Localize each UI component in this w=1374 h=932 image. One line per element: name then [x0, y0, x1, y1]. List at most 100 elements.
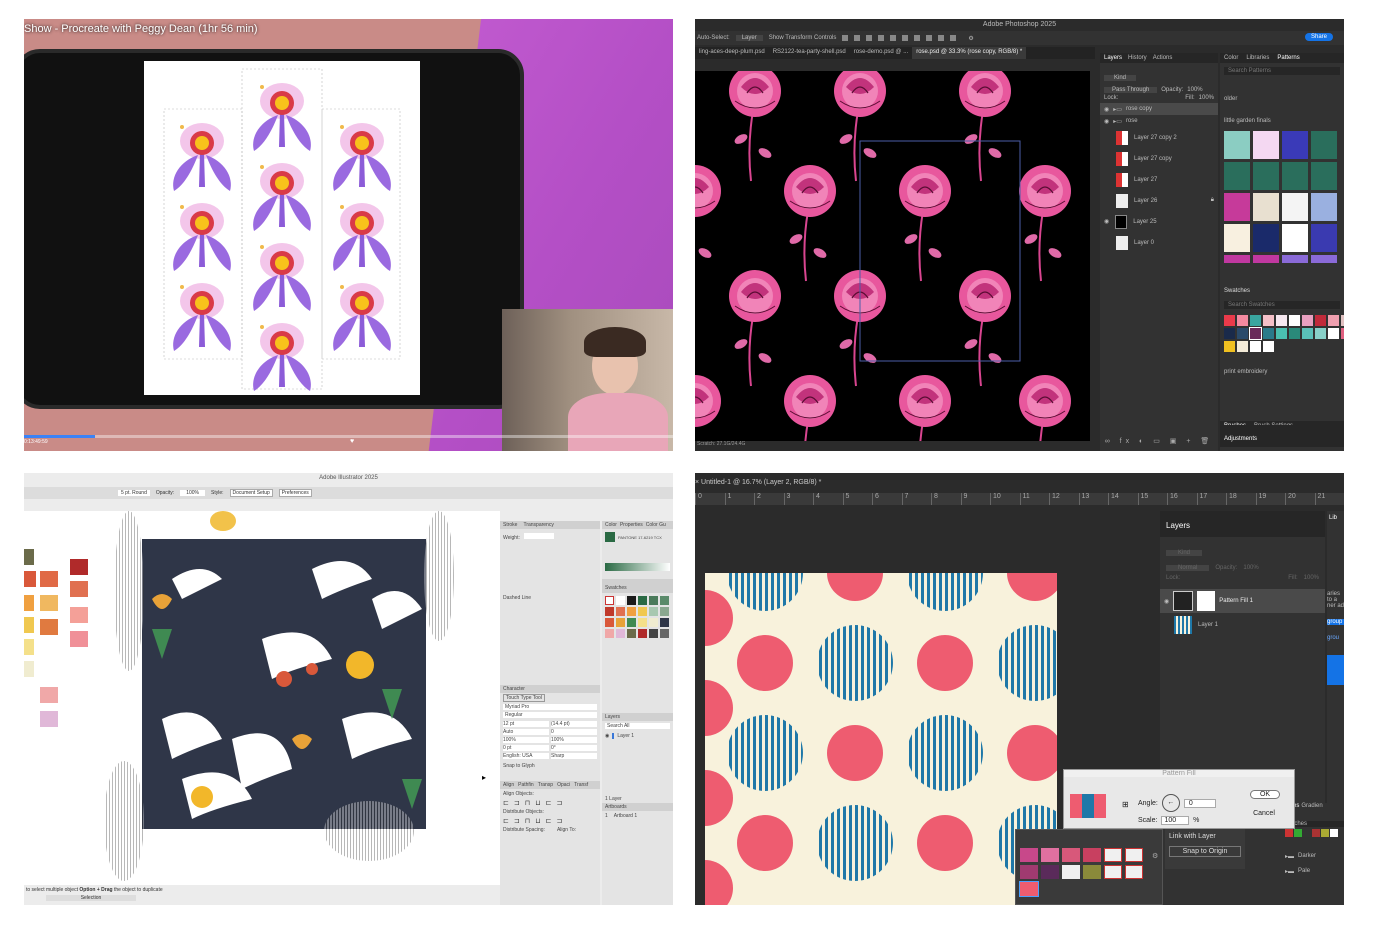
rotation-field[interactable]: 0° [551, 745, 597, 751]
folder-row[interactable]: ▸▬ Pale [1285, 868, 1344, 875]
opacity-value[interactable]: 100% [1243, 565, 1258, 571]
tab-artboards[interactable]: Artboards [605, 804, 627, 810]
doc-tab[interactable]: rose-demo.psd @ ... [850, 47, 912, 59]
eye-icon[interactable]: ◉ [1164, 598, 1169, 605]
tab-layers[interactable]: Layers [1104, 55, 1122, 61]
layer-row[interactable]: ◉ Layer 25 [1100, 211, 1218, 232]
tab-libraries[interactable]: Libraries [1246, 55, 1269, 61]
tab-properties[interactable]: Properties [620, 522, 643, 528]
group-little-garden[interactable]: little garden finals [1224, 118, 1271, 124]
tab-stroke[interactable]: Stroke [503, 522, 517, 528]
vertical-scale-field[interactable]: 100% [503, 737, 549, 743]
document-tab[interactable]: × Untitled-1 @ 16.7% (Layer 2, RGB/8) * [695, 479, 821, 486]
dashed-line-checkbox[interactable]: Dashed Line [503, 595, 531, 601]
kind-filter[interactable]: Kind [1104, 75, 1137, 81]
tab-transform[interactable]: Transf [574, 782, 588, 788]
tab-transparency[interactable]: Transparency [523, 522, 553, 528]
swatch-row[interactable] [1285, 829, 1344, 837]
tab-transparency-2[interactable]: Transp [538, 782, 553, 788]
align-icons[interactable] [842, 35, 963, 41]
touch-type-button[interactable]: Touch Type Tool [503, 694, 545, 702]
antialias-field[interactable]: Sharp [551, 753, 597, 759]
folder-row[interactable]: ▸▬ Darker [1285, 853, 1344, 860]
language-field[interactable]: English: USA [503, 753, 549, 759]
tab-color[interactable]: Color [1224, 55, 1238, 61]
ok-button[interactable]: OK [1250, 790, 1280, 799]
layers-footer-icons[interactable]: ∞ fx ◐ ▭ ▣ + 🗑︎ [1100, 437, 1218, 445]
layer-row[interactable]: ◉ Pattern Fill 1 [1160, 589, 1325, 613]
cancel-button[interactable]: Cancel [1244, 810, 1284, 817]
kind-filter[interactable]: Kind [1166, 550, 1203, 556]
doc-tab[interactable]: ling-aces-deep-plum.psd [695, 47, 769, 59]
tab-align[interactable]: Align [503, 782, 514, 788]
angle-input[interactable]: 0 [1183, 798, 1216, 808]
horizontal-scale-field[interactable]: 100% [551, 737, 597, 743]
layer-row[interactable]: Layer 27 copy 2 [1100, 127, 1218, 148]
layer-row[interactable]: ◉ ▸▭ rose copy [1100, 103, 1218, 115]
document-setup-button[interactable]: Document Setup [229, 489, 273, 497]
search-patterns[interactable]: Search Patterns [1224, 67, 1340, 75]
search-swatches[interactable]: Search Swatches [1224, 301, 1340, 309]
opacity-value[interactable]: 100% [1187, 87, 1202, 93]
fill-value[interactable]: 100% [1304, 575, 1319, 581]
baseline-field[interactable]: 0 pt [503, 745, 549, 751]
procreate-video[interactable]: Show - Procreate with Peggy Dean (1hr 56… [24, 19, 673, 451]
layer-row[interactable]: Layer 26 🔒︎ [1100, 190, 1218, 211]
font-family-field[interactable]: Myriad Pro [503, 704, 597, 710]
layer-row[interactable]: Layer 1 [1160, 613, 1325, 637]
transform-controls-checkbox[interactable]: Show Transform Controls [769, 35, 837, 41]
color-ramp[interactable] [605, 563, 670, 571]
tab-color-guide[interactable]: Color Gu [646, 522, 666, 528]
layer-row[interactable]: Layer 0 [1100, 232, 1218, 253]
blend-mode[interactable]: Normal [1166, 565, 1210, 571]
distribute-icons[interactable]: ⊏⊐⊓⊔⊏⊐ [500, 817, 600, 825]
create-group-button[interactable]: group [1327, 619, 1344, 625]
link-with-layer[interactable]: Link with Layer [1165, 829, 1245, 844]
gear-icon[interactable]: ⚙ [1152, 852, 1158, 860]
doc-tab-active[interactable]: rose.psd @ 33.3% (rose copy, RGB/8) * [912, 47, 1027, 59]
tab-opacity[interactable]: Opaci [557, 782, 570, 788]
tab-history[interactable]: History [1128, 55, 1147, 61]
tab-layers[interactable]: Layers [605, 714, 620, 720]
eye-icon[interactable]: ◉ [1104, 106, 1109, 113]
kerning-field[interactable]: Auto [503, 729, 549, 735]
eye-icon[interactable]: ◉ [1104, 218, 1109, 225]
weight-input[interactable] [523, 533, 554, 539]
brush-dropdown[interactable]: 5 pt. Round [118, 490, 150, 496]
add-pattern-icon[interactable]: ⊞ [1122, 800, 1129, 809]
close-icon[interactable]: × [695, 479, 699, 486]
layer-row[interactable]: ◉ Layer 1 [602, 731, 673, 741]
share-button[interactable]: Share [1305, 33, 1334, 41]
side-link[interactable]: grou [1327, 635, 1344, 641]
swatch-grid[interactable] [602, 593, 673, 641]
eye-icon[interactable]: ◉ [605, 733, 609, 739]
eye-icon[interactable]: ◉ [1104, 118, 1109, 125]
fill-value[interactable]: 100% [1199, 95, 1214, 101]
zoom-selection[interactable]: Selection [46, 895, 136, 901]
snap-to-origin-button[interactable]: Snap to Origin [1169, 846, 1241, 857]
tab-adjustments[interactable]: Adjustments [1224, 436, 1257, 442]
font-style-field[interactable]: Regular [503, 712, 597, 718]
group-older[interactable]: older [1224, 96, 1237, 102]
tracking-field[interactable]: 0 [551, 729, 597, 735]
scale-input[interactable]: 100 [1161, 816, 1190, 825]
tab-gradients[interactable]: Gradien [1301, 803, 1322, 809]
layer-row[interactable]: ◉ ▸▭ rose [1100, 115, 1218, 127]
gear-icon[interactable]: ⚙ [968, 35, 973, 42]
pattern-preview[interactable] [1070, 794, 1106, 818]
blend-mode[interactable]: Pass Through [1104, 87, 1158, 93]
opacity-value[interactable]: 100% [180, 490, 205, 496]
pattern-thumbnails[interactable] [1220, 129, 1344, 265]
tab-actions[interactable]: Actions [1153, 55, 1173, 61]
video-progress-bar[interactable] [24, 435, 673, 438]
layer-row[interactable]: Layer 27 [1100, 169, 1218, 190]
group-print-embroidery[interactable]: print embroidery [1224, 369, 1267, 375]
tab-pathfinder[interactable]: Pathfin [518, 782, 534, 788]
pattern-picker[interactable]: ⚙ [1015, 829, 1163, 905]
tab-patterns[interactable]: Patterns [1277, 55, 1299, 61]
fill-swatch[interactable] [605, 532, 615, 542]
angle-dial[interactable]: ← [1161, 794, 1180, 812]
tab-color[interactable]: Color [605, 522, 617, 528]
font-size-field[interactable]: 12 pt [503, 721, 549, 727]
search-all[interactable]: Search All [605, 723, 670, 729]
